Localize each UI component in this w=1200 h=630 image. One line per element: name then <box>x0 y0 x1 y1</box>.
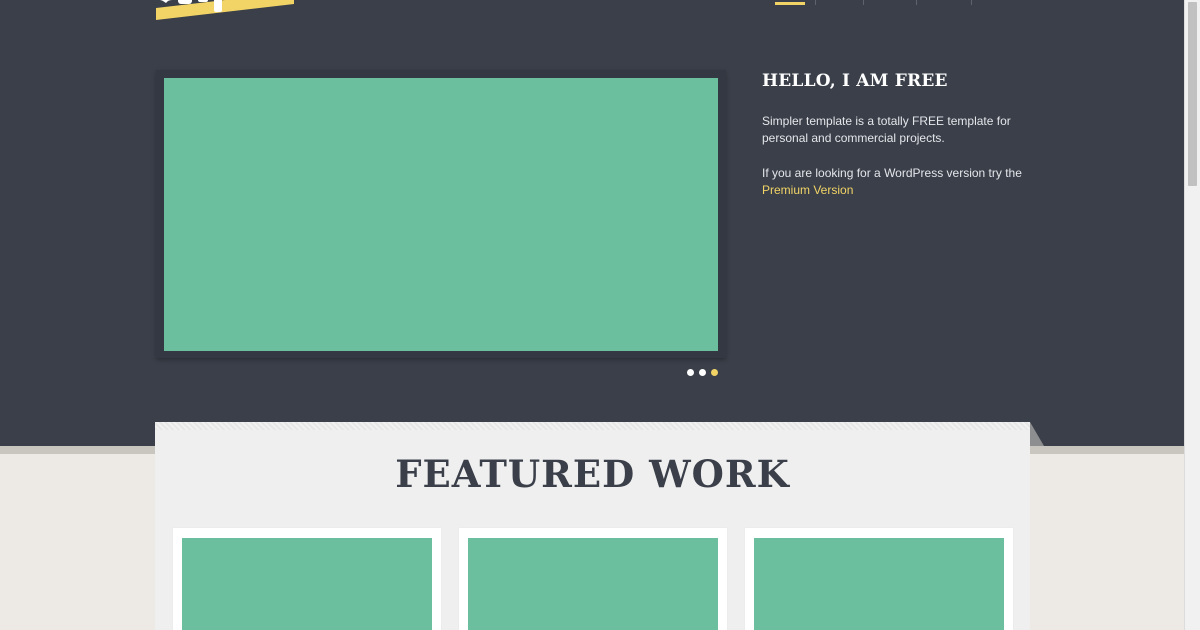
hero-wordpress-note: If you are looking for a WordPress versi… <box>762 165 1022 199</box>
site-logo[interactable] <box>154 0 296 22</box>
slider-dot-active[interactable] <box>711 369 718 376</box>
premium-version-link[interactable]: Premium Version <box>762 183 853 197</box>
main-nav <box>775 0 975 6</box>
nav-divider <box>815 0 816 5</box>
nav-divider <box>916 0 917 5</box>
hero-intro: HELLO, I AM FREE Simpler template is a t… <box>762 70 1022 199</box>
slider-dot[interactable] <box>699 369 706 376</box>
nav-divider <box>971 0 972 5</box>
work-card[interactable] <box>459 528 727 630</box>
panel-texture <box>155 422 1030 430</box>
slider-image[interactable] <box>164 78 718 351</box>
work-card[interactable] <box>173 528 441 630</box>
work-card-image[interactable] <box>182 538 432 630</box>
slider-pagination <box>687 369 718 377</box>
work-card[interactable] <box>745 528 1013 630</box>
slider-dot[interactable] <box>687 369 694 376</box>
hero-slider <box>156 70 726 358</box>
work-card-image[interactable] <box>468 538 718 630</box>
vertical-scrollbar[interactable] <box>1184 0 1200 630</box>
nav-active-indicator[interactable] <box>775 2 805 5</box>
work-card-image[interactable] <box>754 538 1004 630</box>
wordpress-note-text: If you are looking for a WordPress versi… <box>762 166 1022 180</box>
nav-divider <box>863 0 864 5</box>
scrollbar-thumb[interactable] <box>1188 2 1197 186</box>
hero-description: Simpler template is a totally FREE templ… <box>762 114 1011 145</box>
hero-title: HELLO, I AM FREE <box>762 71 948 91</box>
panel-corner-fold <box>1030 422 1044 446</box>
featured-work-heading: FEATURED WORK <box>395 452 790 496</box>
